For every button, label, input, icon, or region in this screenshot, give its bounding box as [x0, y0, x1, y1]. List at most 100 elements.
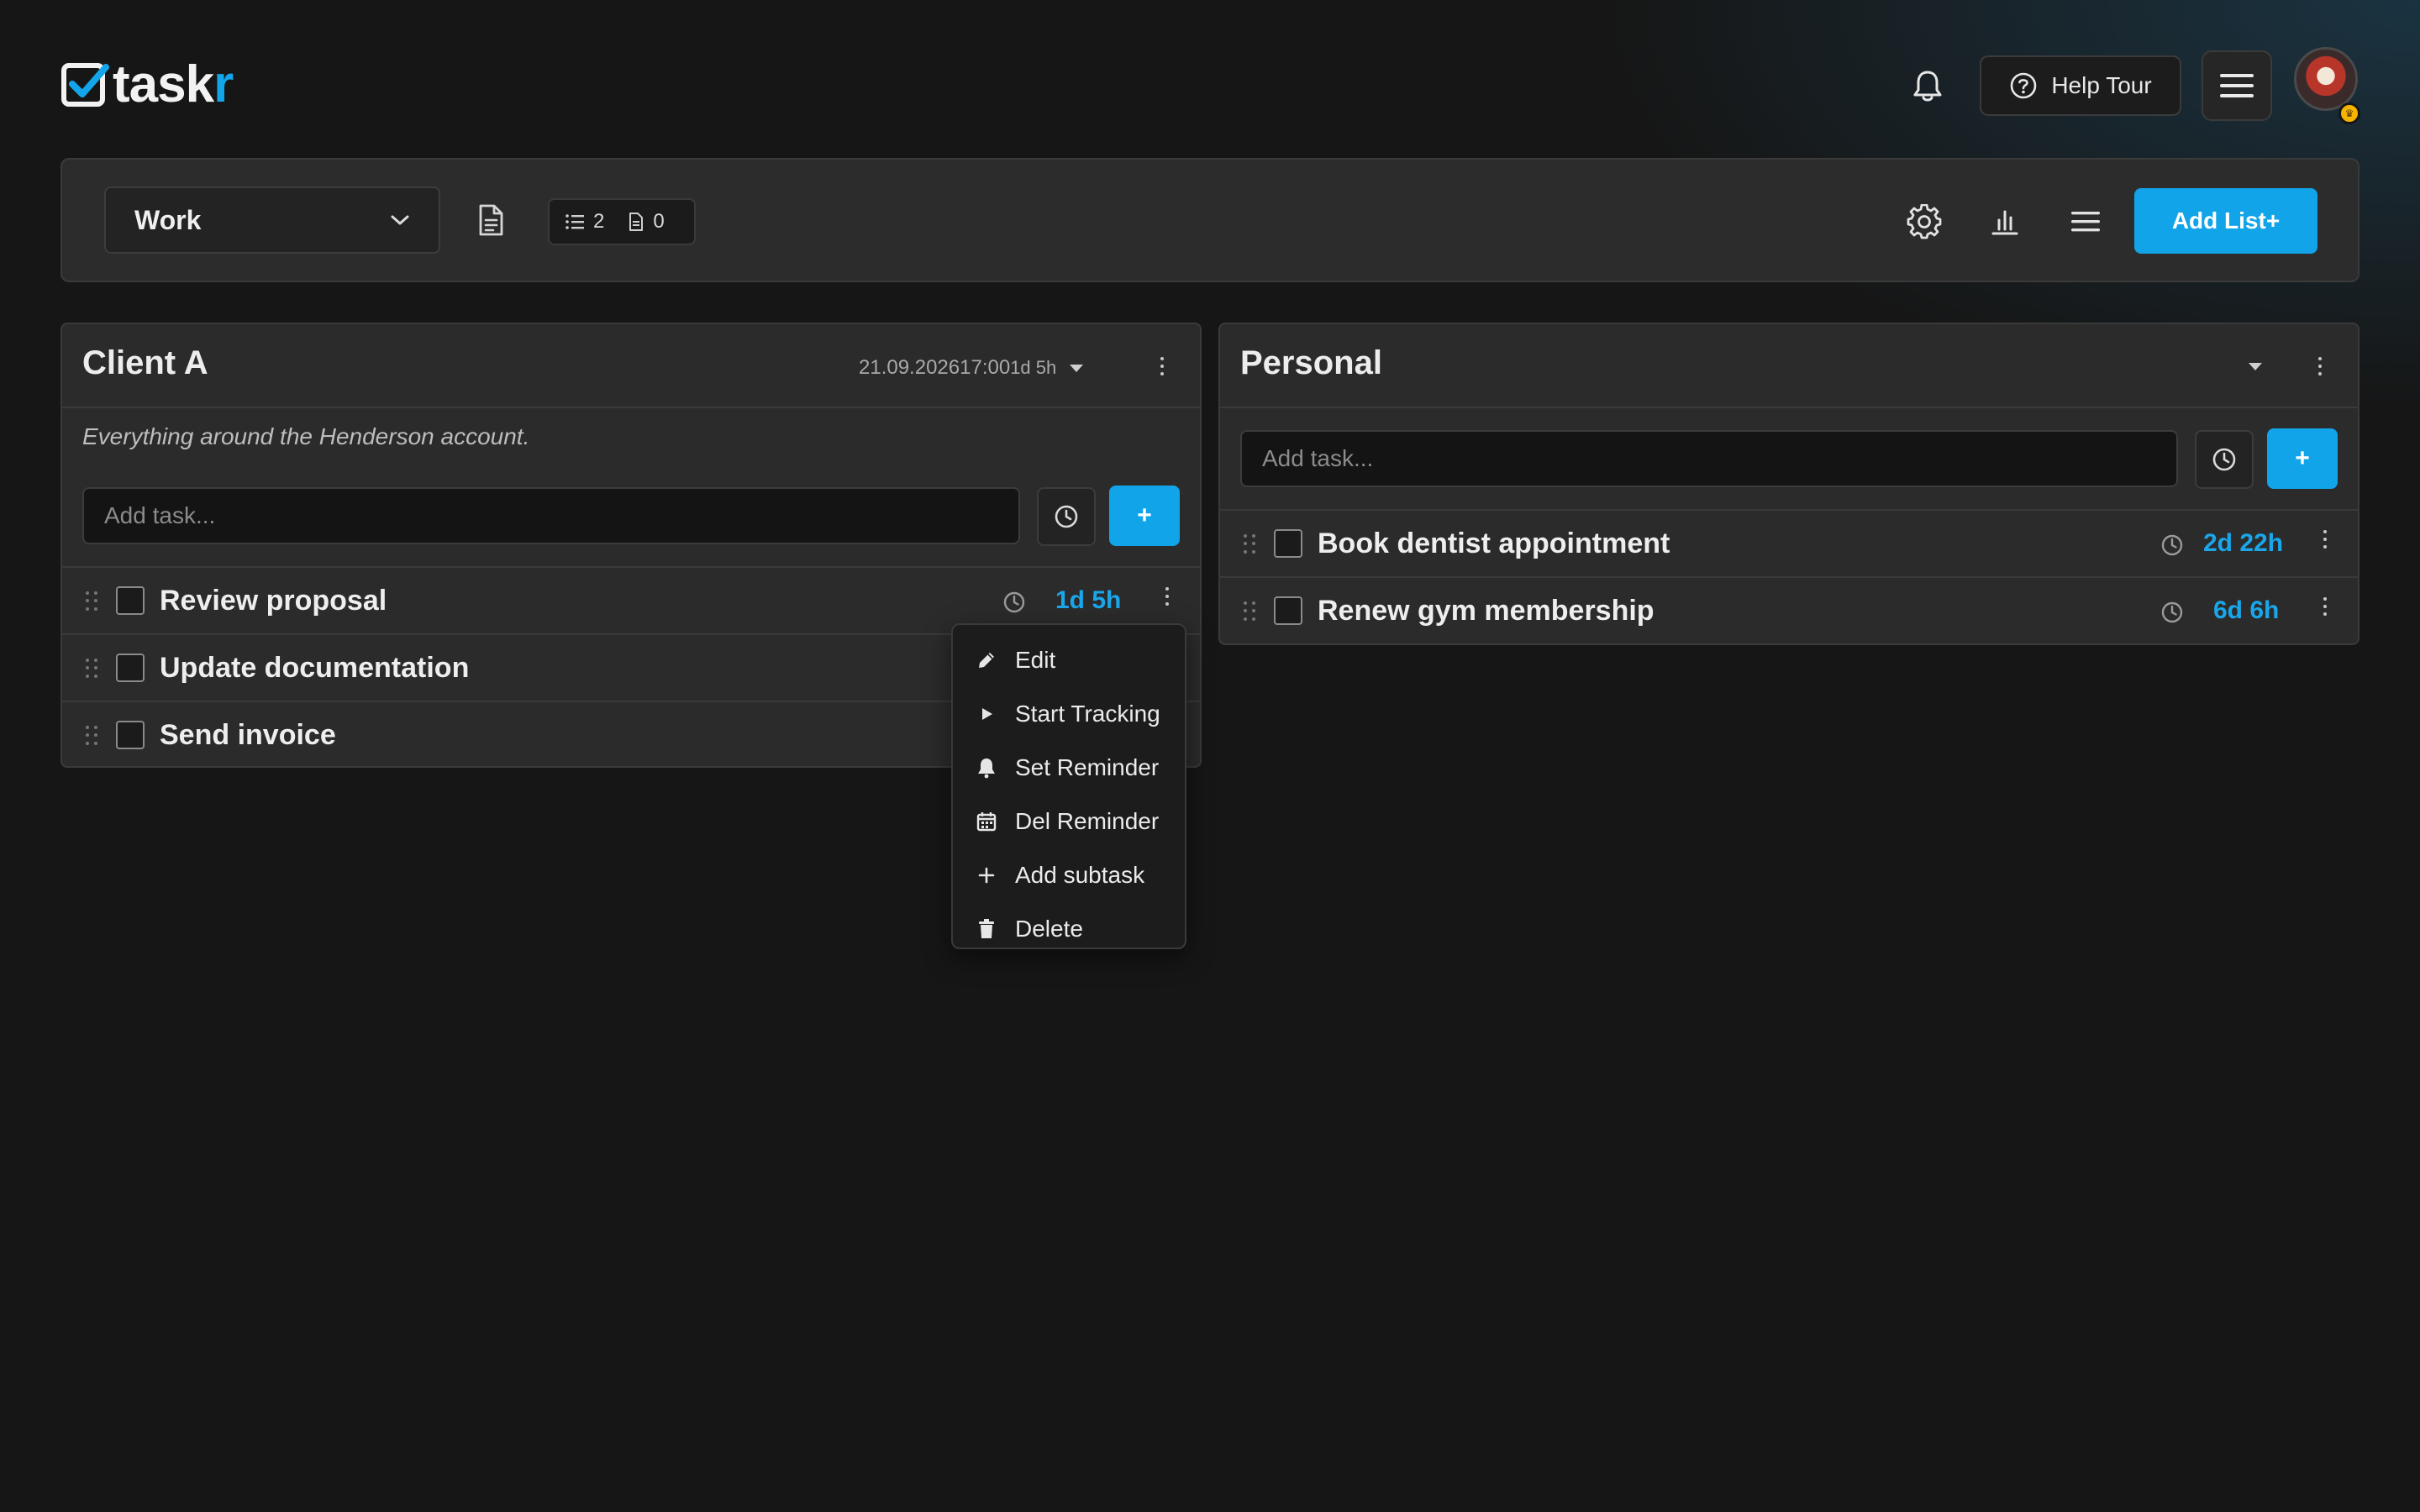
task-checkbox[interactable]	[116, 654, 145, 682]
drag-handle-icon[interactable]	[86, 591, 99, 612]
checkbox-logo-icon	[60, 60, 109, 109]
list-title[interactable]: Client A	[82, 344, 208, 382]
drag-handle-icon[interactable]	[86, 726, 99, 746]
list-card-personal: Personal + Book dentist appointment 2d 2…	[1218, 323, 2360, 645]
menu-item-del-reminder[interactable]: Del Reminder	[953, 795, 1185, 848]
list-count-value: 2	[593, 210, 605, 233]
statistics-button[interactable]	[1986, 203, 2023, 240]
board-notes-button[interactable]	[476, 203, 509, 237]
bell-icon	[975, 756, 998, 780]
board-counts: 2 0	[548, 198, 696, 245]
list-due-date-value: 21.09.202617:001d 5h	[859, 356, 1056, 380]
calendar-icon	[975, 810, 998, 833]
task-row[interactable]: Renew gym membership 6d 6h	[1220, 578, 2358, 645]
help-tour-button[interactable]: Help Tour	[1980, 55, 2181, 116]
task-row[interactable]: Book dentist appointment 2d 22h	[1220, 511, 2358, 578]
help-tour-label: Help Tour	[2051, 72, 2152, 98]
add-task-button[interactable]: +	[2267, 428, 2338, 489]
list-header: Client A 21.09.202617:001d 5h	[62, 324, 1200, 408]
gear-icon	[1907, 204, 1942, 239]
task-remaining-time[interactable]: 6d 6h	[2213, 596, 2279, 625]
small-document-icon	[628, 212, 644, 232]
task-remaining-time[interactable]: 1d 5h	[1055, 586, 1121, 615]
main-menu-button[interactable]	[2202, 50, 2272, 121]
list-icon	[565, 213, 585, 231]
notifications-button[interactable]	[1907, 66, 1948, 106]
task-more-button[interactable]	[2312, 590, 2338, 623]
doc-count-value: 0	[653, 210, 665, 233]
list-due-remaining: 1d 5h	[1010, 357, 1057, 378]
bell-icon	[1912, 69, 1943, 102]
document-icon	[476, 203, 509, 237]
list-more-button[interactable]	[2307, 349, 2333, 383]
task-checkbox[interactable]	[1274, 596, 1302, 625]
list-due-date[interactable]: 21.09.202617:001d 5h	[859, 356, 1084, 380]
add-task-button[interactable]: +	[1109, 486, 1180, 546]
settings-button[interactable]	[1906, 203, 1943, 240]
user-avatar[interactable]	[2294, 47, 2358, 111]
list-count: 2	[565, 210, 604, 234]
menu-item-delete[interactable]: Delete	[953, 902, 1185, 956]
task-timer-button[interactable]	[1037, 487, 1096, 546]
logo-text: taskr	[113, 59, 234, 111]
task-context-menu: Edit Start Tracking Set Reminder Del Rem…	[951, 623, 1186, 949]
board-select-value: Work	[134, 204, 202, 235]
pencil-icon	[975, 648, 998, 672]
taskr-logo[interactable]: taskr	[60, 59, 234, 111]
add-list-button[interactable]: Add List+	[2134, 188, 2317, 254]
clock-icon	[2160, 533, 2185, 558]
list-due-date-time: 17:00	[960, 356, 1011, 379]
add-task-row: +	[1220, 408, 2358, 511]
task-timer-button[interactable]	[2195, 430, 2254, 489]
drag-handle-icon[interactable]	[1244, 601, 1257, 622]
add-task-input[interactable]	[1240, 430, 2178, 487]
task-checkbox[interactable]	[116, 721, 145, 749]
menu-item-add-subtask[interactable]: Add subtask	[953, 848, 1185, 902]
task-more-button[interactable]	[1155, 580, 1180, 613]
logo-text-accent: r	[213, 55, 234, 113]
task-title[interactable]: Update documentation	[160, 652, 469, 685]
menu-item-set-reminder[interactable]: Set Reminder	[953, 741, 1185, 795]
menu-item-start-tracking[interactable]: Start Tracking	[953, 687, 1185, 741]
drag-handle-icon[interactable]	[86, 659, 99, 679]
logo-text-main: task	[113, 55, 214, 113]
clock-icon	[2211, 446, 2238, 473]
list-more-button[interactable]	[1150, 349, 1175, 383]
list-title[interactable]: Personal	[1240, 344, 1382, 382]
menu-item-label: Add subtask	[1015, 862, 1145, 888]
drag-handle-icon[interactable]	[1244, 534, 1257, 554]
caret-down-icon[interactable]	[2249, 363, 2262, 370]
play-icon	[975, 702, 998, 726]
add-task-input[interactable]	[82, 487, 1020, 544]
clock-icon	[1002, 590, 1027, 615]
add-task-row: +	[62, 464, 1200, 568]
task-title[interactable]: Review proposal	[160, 585, 387, 617]
menu-lines-icon	[2070, 209, 2101, 234]
trash-icon	[975, 917, 998, 941]
list-header: Personal	[1220, 324, 2358, 408]
crown-badge-icon: ♛	[2338, 102, 2360, 124]
board-toolbar: Work 2 0 Add List+	[60, 158, 2360, 282]
task-checkbox[interactable]	[1274, 529, 1302, 558]
task-remaining-time[interactable]: 2d 22h	[2203, 529, 2283, 558]
task-checkbox[interactable]	[116, 586, 145, 615]
task-title[interactable]: Renew gym membership	[1318, 595, 1655, 627]
clock-icon	[2160, 600, 2185, 625]
clock-icon	[1053, 503, 1080, 530]
hamburger-icon	[2219, 71, 2254, 100]
list-due-date-day: 21.09.2026	[859, 356, 960, 379]
board-select[interactable]: Work	[104, 186, 440, 254]
task-title[interactable]: Send invoice	[160, 719, 336, 752]
list-description: Everything around the Henderson account.	[82, 423, 530, 449]
list-view-button[interactable]	[2067, 203, 2104, 240]
app-header: taskr Help Tour ♛	[0, 0, 2420, 160]
menu-item-label: Delete	[1015, 916, 1083, 942]
doc-count: 0	[628, 210, 665, 234]
bar-chart-icon	[1990, 207, 2020, 237]
task-title[interactable]: Book dentist appointment	[1318, 528, 1670, 560]
menu-item-edit[interactable]: Edit	[953, 633, 1185, 687]
chevron-down-icon	[390, 213, 410, 227]
task-more-button[interactable]	[2312, 522, 2338, 556]
menu-item-label: Set Reminder	[1015, 754, 1160, 780]
caret-down-icon[interactable]	[1070, 364, 1084, 372]
